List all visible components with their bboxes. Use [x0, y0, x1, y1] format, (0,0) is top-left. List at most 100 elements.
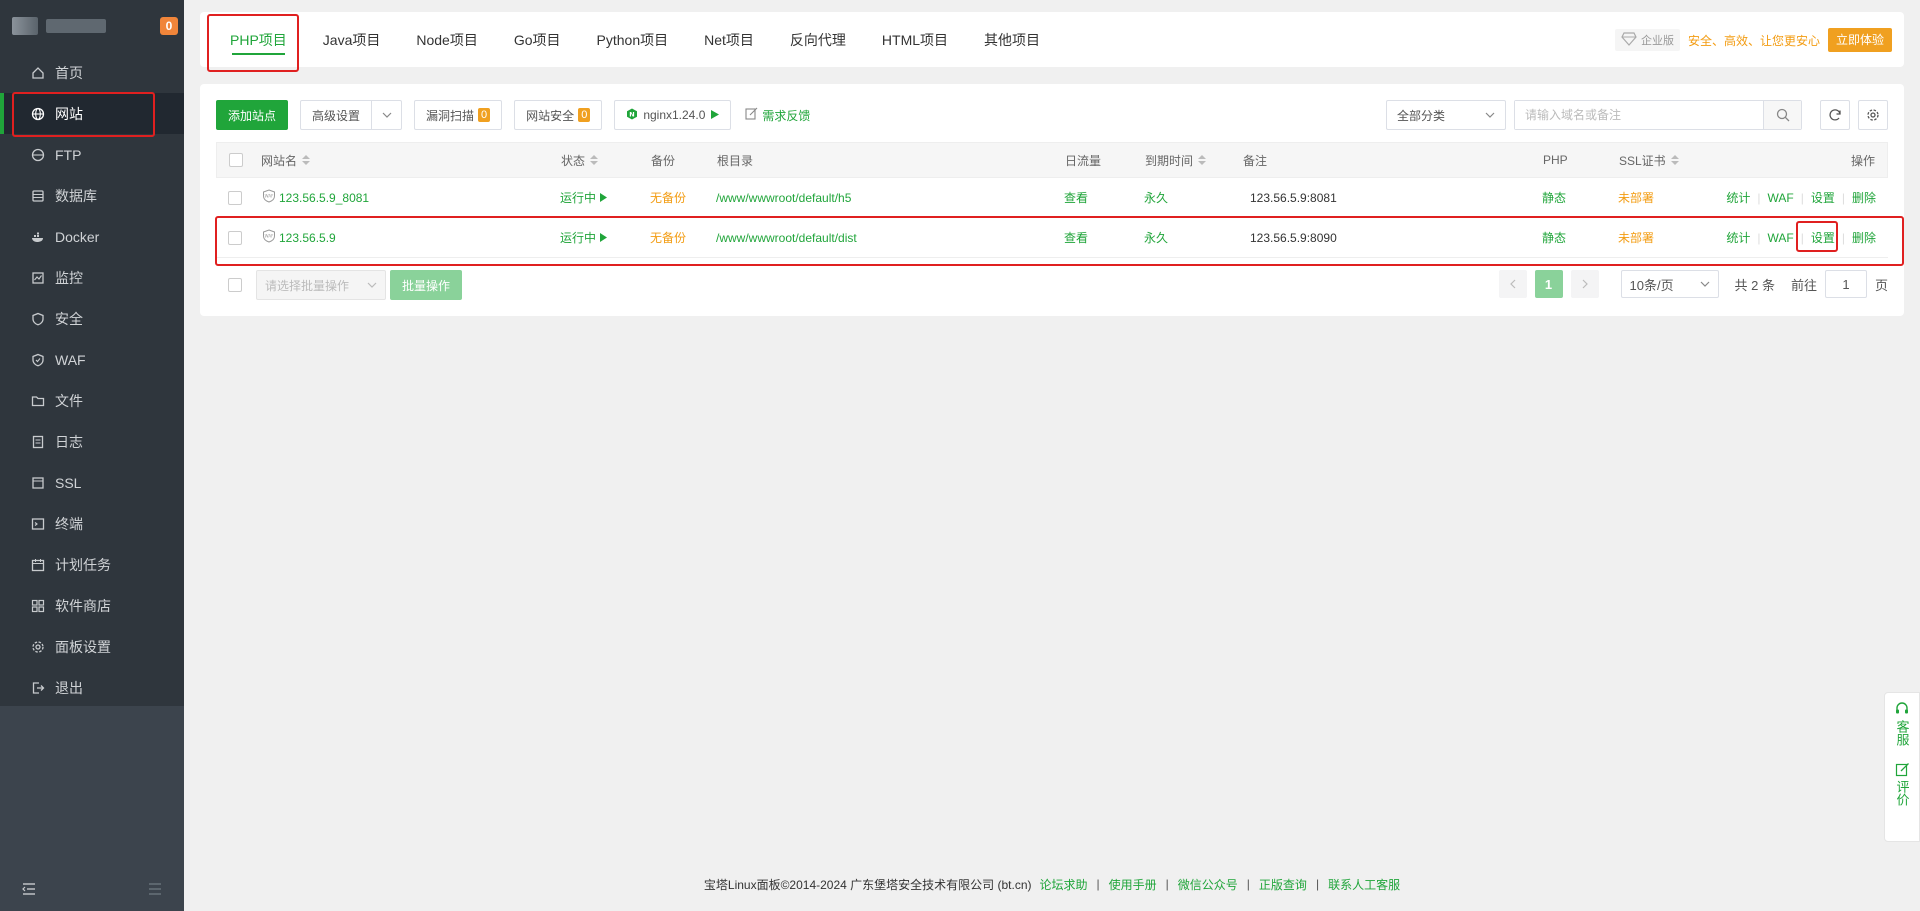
page-number[interactable]: 1: [1534, 270, 1563, 298]
page-size-select[interactable]: 10条/页: [1620, 270, 1719, 298]
manual-link[interactable]: 使用手册: [1109, 876, 1157, 893]
forum-link[interactable]: 论坛求助: [1040, 876, 1088, 893]
col-ssl[interactable]: SSL证书: [1619, 143, 1679, 177]
batch-action-button[interactable]: 批量操作: [390, 270, 463, 300]
site-traffic-link[interactable]: 查看: [1064, 218, 1088, 257]
site-name-link[interactable]: WAF 123.56.5.9_8081: [262, 178, 369, 217]
site-status[interactable]: 运行中: [560, 218, 608, 257]
site-ssl[interactable]: 未部署: [1618, 178, 1654, 217]
try-enterprise-button[interactable]: 立即体验: [1827, 28, 1892, 52]
stats-link[interactable]: 统计: [1726, 189, 1750, 206]
sidebar-item-label: 软件商店: [55, 597, 111, 614]
next-page-button[interactable]: [1570, 270, 1599, 298]
refresh-button[interactable]: [1820, 100, 1850, 130]
sidebar-item-logs[interactable]: 日志: [0, 421, 184, 462]
col-ops: 操作: [1850, 153, 1875, 168]
advanced-settings-button[interactable]: 高级设置: [300, 100, 373, 130]
site-security-button[interactable]: 网站安全 0: [514, 100, 603, 130]
tab-python[interactable]: Python项目: [579, 12, 687, 67]
tab-net[interactable]: Net项目: [686, 12, 772, 67]
site-php[interactable]: 静态: [1542, 218, 1566, 257]
stats-link[interactable]: 统计: [1726, 229, 1750, 246]
site-expire[interactable]: 永久: [1144, 178, 1168, 217]
column-settings-button[interactable]: [1858, 100, 1888, 130]
site-note[interactable]: 123.56.5.9:8090: [1250, 218, 1337, 257]
review-button[interactable]: 评价: [1893, 762, 1912, 806]
search-button[interactable]: [1763, 101, 1801, 129]
site-backup[interactable]: 无备份: [650, 218, 686, 257]
vuln-scan-button[interactable]: 漏洞扫描 0: [414, 100, 503, 130]
sidebar-item-database[interactable]: 数据库: [0, 175, 184, 216]
sidebar-item-monitor[interactable]: 监控: [0, 257, 184, 298]
col-status[interactable]: 状态: [561, 143, 599, 177]
site-name-link[interactable]: WAF 123.56.5.9: [262, 218, 336, 257]
row-checkbox[interactable]: [228, 190, 242, 205]
advanced-settings-dropdown[interactable]: [372, 100, 403, 130]
site-php[interactable]: 静态: [1542, 178, 1566, 217]
sidebar-item-home[interactable]: 首页: [0, 52, 184, 93]
tab-reverse-proxy[interactable]: 反向代理: [772, 12, 864, 67]
sidebar-item-settings[interactable]: 面板设置: [0, 626, 184, 667]
tab-php[interactable]: PHP项目: [212, 12, 305, 67]
delete-link[interactable]: 删除: [1852, 229, 1876, 246]
site-status[interactable]: 运行中: [560, 178, 608, 217]
waf-link[interactable]: WAF: [1768, 231, 1794, 245]
tab-other[interactable]: 其他项目: [966, 12, 1058, 67]
site-root-link[interactable]: /www/wwwroot/default/h5: [716, 178, 851, 217]
delete-link[interactable]: 删除: [1852, 189, 1876, 206]
site-root-link[interactable]: /www/wwwroot/default/dist: [716, 218, 857, 257]
batch-action-select[interactable]: 请选择批量操作: [256, 270, 386, 300]
collapse-sidebar-icon[interactable]: [22, 882, 36, 899]
headset-icon: [1896, 702, 1908, 714]
search-input[interactable]: [1515, 101, 1763, 129]
tab-html[interactable]: HTML项目: [864, 12, 966, 67]
site-shield-icon: WAF: [262, 229, 276, 246]
chevron-down-icon: [1700, 281, 1709, 287]
sidebar-menu: 首页 网站 FTP 数据库 Docker 监控 安全 WAF 文件 日志 SSL…: [0, 52, 184, 706]
license-check-link[interactable]: 正版查询: [1259, 876, 1307, 893]
sidebar-item-cron[interactable]: 计划任务: [0, 544, 184, 585]
sidebar-item-docker[interactable]: Docker: [0, 216, 184, 257]
settings-link[interactable]: 设置: [1811, 229, 1835, 246]
customer-service-button[interactable]: 客服: [1893, 701, 1912, 746]
col-expire[interactable]: 到期时间: [1145, 143, 1207, 177]
nginx-button[interactable]: N nginx1.24.0: [614, 100, 732, 130]
sidebar-item-files[interactable]: 文件: [0, 380, 184, 421]
category-select[interactable]: 全部分类: [1386, 100, 1506, 130]
human-support-link[interactable]: 联系人工客服: [1328, 876, 1400, 893]
row-checkbox[interactable]: [228, 230, 242, 245]
sidebar-item-website[interactable]: 网站: [0, 93, 184, 134]
play-icon: [600, 193, 608, 202]
sidebar-item-store[interactable]: 软件商店: [0, 585, 184, 626]
sidebar-item-waf[interactable]: WAF: [0, 339, 184, 380]
add-site-button[interactable]: 添加站点: [216, 100, 289, 130]
site-list-panel: 添加站点 高级设置 漏洞扫描 0 网站安全 0 N nginx1.24.0 需求反馈…: [200, 84, 1904, 316]
site-search: [1514, 100, 1802, 130]
site-traffic-link[interactable]: 查看: [1064, 178, 1088, 217]
sidebar-item-ssl[interactable]: SSL: [0, 462, 184, 503]
prev-page-button[interactable]: [1498, 270, 1527, 298]
menu-list-icon[interactable]: [148, 882, 162, 899]
tab-go[interactable]: Go项目: [496, 12, 579, 67]
feedback-link[interactable]: 需求反馈: [745, 107, 810, 124]
wechat-link[interactable]: 微信公众号: [1178, 876, 1238, 893]
tab-node[interactable]: Node项目: [398, 12, 495, 67]
waf-link[interactable]: WAF: [1768, 191, 1794, 205]
goto-page-input[interactable]: 1: [1824, 270, 1867, 298]
sidebar-item-ftp[interactable]: FTP: [0, 134, 184, 175]
site-backup[interactable]: 无备份: [650, 178, 686, 217]
sidebar-item-security[interactable]: 安全: [0, 298, 184, 339]
site-expire[interactable]: 永久: [1144, 218, 1168, 257]
site-note[interactable]: 123.56.5.9:8081: [1250, 178, 1337, 217]
select-all-checkbox[interactable]: [229, 153, 243, 167]
settings-link[interactable]: 设置: [1811, 189, 1835, 206]
enterprise-promo: 企业版 安全、高效、让您更安心 立即体验: [1614, 28, 1892, 52]
col-name[interactable]: 网站名: [261, 143, 311, 177]
site-ssl[interactable]: 未部署: [1618, 218, 1654, 257]
tab-java[interactable]: Java项目: [305, 12, 399, 67]
sidebar-item-terminal[interactable]: 终端: [0, 503, 184, 544]
folder-icon: [30, 393, 46, 409]
notification-badge[interactable]: 0: [160, 17, 178, 35]
batch-select-checkbox[interactable]: [228, 278, 242, 292]
sidebar-item-logout[interactable]: 退出: [0, 667, 184, 708]
